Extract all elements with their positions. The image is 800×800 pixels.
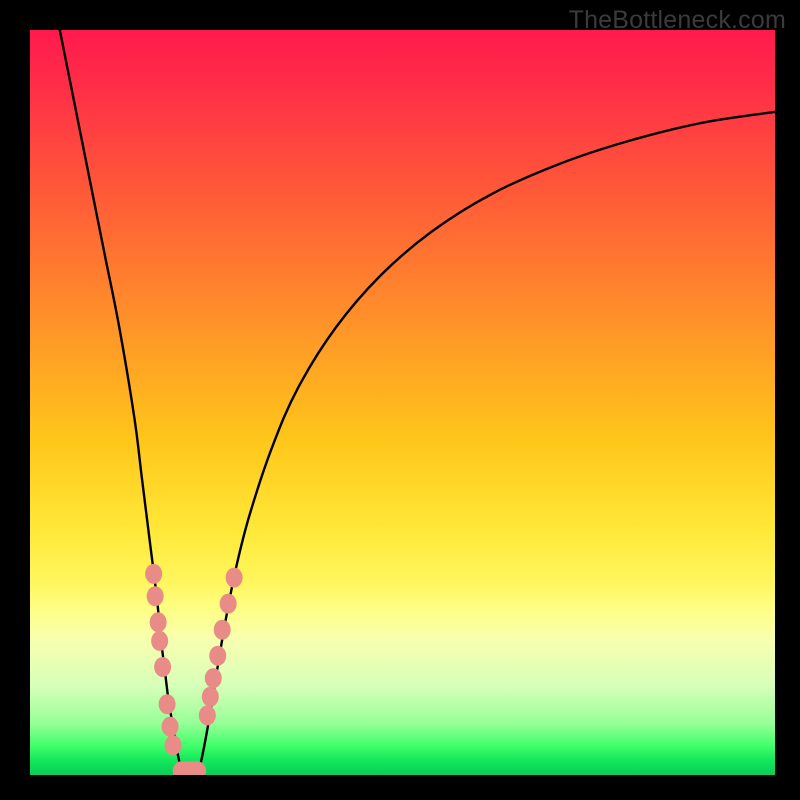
left-cluster-point <box>145 564 162 584</box>
right-cluster-point <box>214 620 231 640</box>
right-cluster-point <box>205 668 222 688</box>
right-cluster-point <box>202 687 219 707</box>
chart-frame: TheBottleneck.com <box>0 0 800 800</box>
chart-svg <box>30 30 775 775</box>
right-curve <box>198 112 775 775</box>
left-cluster-point <box>150 612 167 632</box>
left-cluster-point <box>159 694 176 714</box>
plot-area <box>30 30 775 775</box>
marker-layer <box>145 564 242 775</box>
right-cluster-point <box>226 568 243 588</box>
watermark-text: TheBottleneck.com <box>569 6 786 35</box>
right-cluster-point <box>220 594 237 614</box>
left-cluster-point <box>162 717 179 737</box>
right-cluster-point <box>209 646 226 666</box>
left-cluster-point <box>151 631 168 651</box>
left-cluster-point <box>165 735 182 755</box>
right-cluster-point <box>199 705 216 725</box>
left-cluster-point <box>147 586 164 606</box>
left-cluster-point <box>154 657 171 677</box>
